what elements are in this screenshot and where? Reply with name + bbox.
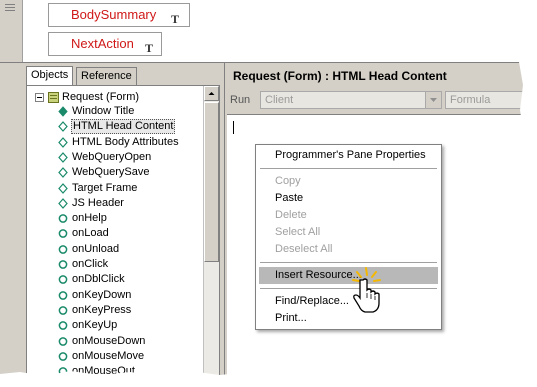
- diamond-outline-icon: [58, 167, 68, 179]
- scroll-up-button[interactable]: [204, 86, 219, 101]
- tree-vertical-scrollbar[interactable]: [203, 86, 219, 376]
- tree-item-label: onKeyDown: [72, 288, 132, 301]
- language-select[interactable]: Formula: [445, 91, 524, 109]
- diamond-outline-icon: [58, 197, 68, 209]
- tree-item-label: JS Header: [72, 196, 124, 209]
- tree-item-label: onLoad: [72, 227, 109, 240]
- tab-reference[interactable]: Reference: [76, 67, 137, 85]
- left-grip-lower: [0, 63, 23, 376]
- tree-item-label: onMouseDown: [72, 334, 146, 347]
- form-design-area: BodySummary T NextAction T: [0, 0, 524, 63]
- torn-edge-right: [518, 0, 537, 387]
- menu-item-label: Find/Replace...: [275, 295, 349, 307]
- chevron-down-icon[interactable]: [425, 92, 441, 108]
- tree-item-label: WebQueryOpen: [72, 150, 152, 163]
- circle-outline-icon: [58, 290, 68, 300]
- tree-item-label: onDblClick: [72, 273, 125, 286]
- circle-outline-icon: [58, 306, 68, 315]
- menu-separator: [260, 168, 437, 169]
- circle-outline-icon: [58, 275, 68, 285]
- menu-item-pane-properties[interactable]: Programmer's Pane Properties: [256, 147, 441, 164]
- objects-pane: Objects Reference Request (Form) Window …: [22, 63, 221, 376]
- diamond-outline-icon: [58, 136, 68, 148]
- menu-item-delete[interactable]: Delete: [256, 207, 441, 224]
- tree-item-label: onMouseMove: [72, 349, 145, 362]
- circle-outline-icon: [58, 244, 68, 254]
- tab-objects[interactable]: Objects: [26, 66, 74, 86]
- diamond-filled-icon: [58, 106, 68, 117]
- menu-item-label: Deselect All: [275, 243, 333, 255]
- circle-outline-icon: [58, 321, 68, 331]
- menu-item-label: Programmer's Pane Properties: [275, 149, 426, 161]
- torn-edge-bottom: [0, 371, 537, 387]
- menu-item-label: Print...: [275, 312, 307, 324]
- object-tree[interactable]: Request (Form) Window Title HTML Head Con…: [26, 85, 220, 376]
- text-caret: [233, 121, 234, 134]
- hand-pointer-cursor-icon: [352, 267, 381, 313]
- form-icon: [48, 92, 59, 103]
- tree-item-label: WebQuerySave: [72, 166, 150, 179]
- circle-outline-icon: [58, 260, 68, 269]
- menu-item-label: Delete: [275, 209, 307, 221]
- tree-item-label: onKeyPress: [72, 303, 132, 316]
- diamond-outline-icon: [58, 182, 68, 194]
- menu-item-label: Paste: [275, 192, 304, 204]
- menu-separator: [260, 262, 437, 263]
- field-nextaction-label: NextAction: [71, 36, 134, 51]
- pane-title: Request (Form) : HTML Head Content: [233, 69, 447, 83]
- text-field-icon: T: [171, 12, 180, 26]
- circle-outline-icon: [58, 351, 68, 361]
- field-bodysummary-label: BodySummary: [71, 7, 157, 22]
- tree-item-label: onHelp: [72, 212, 107, 225]
- circle-outline-icon: [58, 336, 68, 346]
- language-value: Formula: [450, 94, 491, 106]
- menu-item-deselect-all[interactable]: Deselect All: [256, 241, 441, 258]
- run-target-value: Client: [265, 94, 294, 106]
- tree-item-label: onKeyUp: [72, 319, 118, 332]
- tree-item-label: HTML Head Content: [71, 119, 176, 135]
- chevron-up-icon: [208, 92, 215, 95]
- tree-item-label: onClick: [72, 258, 109, 270]
- field-bodysummary[interactable]: BodySummary T: [48, 3, 190, 27]
- field-nextaction[interactable]: NextAction T: [48, 32, 162, 56]
- scroll-thumb[interactable]: [204, 102, 219, 262]
- run-label: Run: [230, 94, 251, 106]
- menu-item-copy[interactable]: Copy: [256, 173, 441, 190]
- left-grip-bar: [0, 0, 23, 62]
- diamond-outline-icon: [58, 121, 68, 133]
- tree-root-label: Request (Form): [62, 91, 140, 103]
- tree-item-label: Target Frame: [72, 181, 138, 194]
- tree-item-label: Window Title: [72, 105, 135, 117]
- circle-outline-icon: [58, 214, 68, 223]
- tree-item-label: HTML Body Attributes: [72, 135, 179, 148]
- menu-item-label: Copy: [275, 175, 301, 187]
- menu-item-label: Select All: [275, 226, 321, 238]
- circle-outline-icon: [58, 229, 68, 239]
- collapse-icon[interactable]: [35, 93, 44, 102]
- text-field-icon: T: [145, 41, 154, 55]
- run-target-select[interactable]: Client: [260, 91, 442, 109]
- menu-item-paste[interactable]: Paste: [256, 190, 441, 207]
- tree-item-label: onUnload: [72, 242, 120, 255]
- menu-item-select-all[interactable]: Select All: [256, 224, 441, 241]
- screenshot-canvas: BodySummary T NextAction T Objects Refer…: [0, 0, 524, 376]
- diamond-outline-icon: [58, 151, 68, 163]
